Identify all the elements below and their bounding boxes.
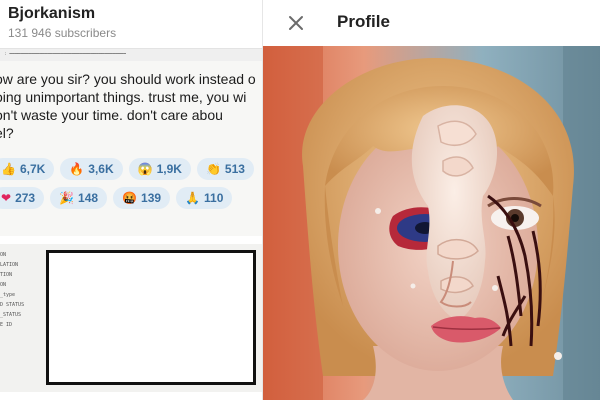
reaction-scream[interactable]: 😱 1,9K [128, 158, 191, 180]
reaction-party[interactable]: 🎉 148 [50, 187, 108, 209]
scream-face-icon: 😱 [137, 162, 153, 176]
thumbs-up-icon: 👍 [1, 162, 16, 176]
clapping-hands-icon: 👏 [205, 162, 221, 176]
heart-icon: ❤ [1, 191, 12, 205]
document-line: TION [0, 272, 13, 278]
profile-photo-image [263, 46, 600, 400]
reaction-pray[interactable]: 🙏 110 [176, 187, 233, 209]
cut-off-text [0, 392, 262, 400]
reactions: 👍 6,7K 🔥 3,6K 😱 1,9K 👏 513 ❤ 273 🎉 148 🤬… [0, 158, 262, 216]
close-icon [289, 16, 303, 30]
screenshot-strip: : ━━━━━━━━━━━━━━━━━━━━━━━━━━━━━━━━━━━━━━… [0, 49, 262, 61]
document-line: ON [0, 282, 7, 288]
reaction-count: 1,9K [156, 162, 182, 176]
message-text: ow are you sir? you should work instead … [0, 70, 262, 142]
channel-title: Bjorkanism [8, 5, 96, 22]
attached-document[interactable]: ON LATION TION ON _type D STATUS _STATUS… [0, 244, 262, 392]
profile-photo[interactable] [263, 46, 600, 400]
reaction-clap[interactable]: 👏 513 [196, 158, 254, 180]
reaction-fire[interactable]: 🔥 3,6K [60, 158, 123, 180]
party-popper-icon: 🎉 [59, 191, 75, 205]
reaction-count: 110 [204, 191, 224, 205]
profile-header: Profile [263, 0, 600, 46]
reaction-count: 148 [78, 191, 99, 205]
profile-pane: Profile [262, 0, 600, 400]
subscriber-count: 131 946 subscribers [8, 26, 117, 40]
document-line: D STATUS [0, 302, 25, 308]
reaction-row: ❤ 273 🎉 148 🤬 139 🙏 110 [0, 187, 262, 209]
reaction-heart[interactable]: ❤ 273 [0, 187, 45, 209]
praying-hands-icon: 🙏 [185, 191, 201, 205]
document-line: E ID [0, 322, 13, 328]
message-line: el? [0, 125, 14, 141]
message-line: ow are you sir? you should work instead … [0, 71, 256, 87]
channel-header[interactable]: Bjorkanism 131 946 subscribers [0, 0, 262, 49]
reaction-count: 273 [15, 191, 36, 205]
divider [0, 236, 262, 244]
message-line: on't waste your time. don't care abou [0, 107, 223, 123]
strip-text: : ━━━━━━━━━━━━━━━━━━━━━━━━━━━━━━━━━━━━━━… [4, 52, 126, 57]
reaction-count: 6,7K [19, 162, 46, 176]
fire-icon: 🔥 [69, 162, 85, 176]
reaction-thumbs-up[interactable]: 👍 6,7K [0, 158, 55, 180]
document-line: LATION [0, 262, 19, 268]
reaction-count: 139 [141, 191, 162, 205]
profile-title: Profile [337, 12, 390, 31]
channel-pane: Bjorkanism 131 946 subscribers : ━━━━━━━… [0, 0, 262, 400]
redaction-box [46, 250, 256, 385]
document-line: _type [0, 292, 16, 298]
document-line: _STATUS [0, 312, 22, 318]
close-button[interactable] [281, 8, 311, 38]
message-line: oing unimportant things. trust me, you w… [0, 89, 247, 105]
document-line: ON [0, 252, 7, 258]
reaction-count: 513 [224, 162, 245, 176]
reaction-row: 👍 6,7K 🔥 3,6K 😱 1,9K 👏 513 [0, 158, 262, 180]
document-labels: ON LATION TION ON _type D STATUS _STATUS… [0, 250, 40, 330]
reaction-angry[interactable]: 🤬 139 [113, 187, 171, 209]
reaction-count: 3,6K [88, 162, 114, 176]
angry-face-icon: 🤬 [122, 191, 138, 205]
